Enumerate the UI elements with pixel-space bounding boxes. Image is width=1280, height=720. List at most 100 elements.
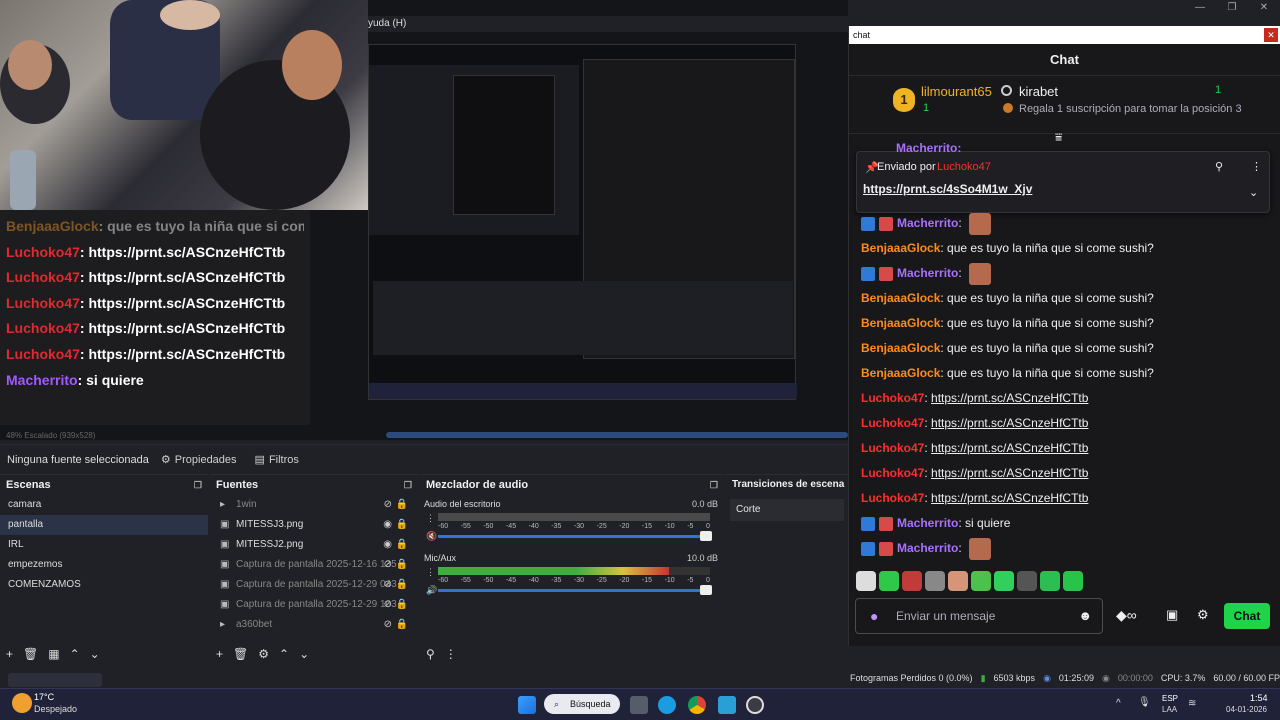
obs-icon[interactable] (746, 696, 764, 714)
more-icon[interactable]: ⋮ (1251, 160, 1262, 173)
taskbar-search[interactable]: ⌕ Búsqueda (544, 694, 620, 714)
link-icon[interactable]: ⚲ (426, 647, 435, 661)
bits-icon[interactable]: ◆∞ (1116, 607, 1137, 624)
emote-icon[interactable] (856, 571, 876, 591)
more-icon[interactable]: ⋮ (426, 567, 435, 578)
source-item[interactable]: ▣ MITESSJ3.png ◉ 🔒 (210, 515, 418, 535)
task-view-icon[interactable] (630, 696, 648, 714)
emote-icon[interactable] (948, 571, 968, 591)
lock-icon[interactable]: 🔒 (396, 535, 408, 555)
notepad-icon[interactable] (718, 696, 736, 714)
chevron-up-icon[interactable]: ^ (1116, 698, 1121, 709)
weather-desc[interactable]: Despejado (34, 704, 77, 714)
minimize-button[interactable]: — (1184, 0, 1216, 16)
dock-menu-icon[interactable]: ❐ (404, 475, 412, 495)
add-icon[interactable]: + (216, 647, 223, 661)
chat-username[interactable]: Macherrito (897, 516, 958, 530)
chat-username[interactable]: BenjaaaGlock (861, 291, 940, 305)
trash-icon[interactable]: 🗑 (23, 647, 38, 661)
chat-link[interactable]: https://prnt.sc/ASCnzeHfCTtb (931, 416, 1088, 430)
preview-canvas[interactable]: BenjaaaGlock: que es tuyo la niña que si… (0, 0, 848, 440)
chat-username[interactable]: Macherrito (897, 266, 958, 280)
microphone-icon[interactable]: ● (870, 599, 878, 633)
gear-icon[interactable]: ⚙ (1197, 607, 1209, 623)
emote-icon[interactable] (879, 571, 899, 591)
chat-link[interactable]: https://prnt.sc/ASCnzeHfCTtb (931, 441, 1088, 455)
eye-off-icon[interactable]: ⊘ (384, 575, 392, 595)
scene-item[interactable]: pantalla (0, 515, 208, 535)
chat-username[interactable]: Macherrito (897, 541, 958, 555)
lock-icon[interactable]: 🔒 (396, 515, 408, 535)
collapse-icon[interactable]: ⩸ (1055, 130, 1062, 145)
emote-icon[interactable] (1063, 571, 1083, 591)
emote-icon[interactable] (902, 571, 922, 591)
emote-icon[interactable] (994, 571, 1014, 591)
speaker-icon[interactable]: 🔊 (426, 585, 437, 596)
lock-icon[interactable]: 🔒 (396, 555, 408, 575)
lock-icon[interactable]: 🔒 (396, 595, 408, 615)
leader-2-user[interactable]: kirabet (1019, 84, 1058, 99)
close-button[interactable]: ✕ (1248, 0, 1280, 16)
source-item[interactable]: ▣ Captura de pantalla 2025-12-29 103 ⊘ 🔒 (210, 595, 418, 615)
chat-username[interactable]: Luchoko47 (861, 441, 924, 455)
source-item[interactable]: ▣ Captura de pantalla 2025-12-29 043 ⊘ 🔒 (210, 575, 418, 595)
scene-item[interactable]: COMENZAMOS (0, 575, 208, 595)
transition-select[interactable]: Corte (730, 499, 844, 521)
leader-1-user[interactable]: lilmourant65 (921, 84, 992, 99)
scene-item[interactable]: IRL (0, 535, 208, 555)
filters-button[interactable]: ▤ Filtros (255, 453, 299, 467)
chat-send-button[interactable]: Chat (1224, 603, 1270, 629)
config-icon[interactable]: ▦ (48, 647, 59, 661)
source-item[interactable]: ▣ Captura de pantalla 2025-12-16 135 ⊘ 🔒 (210, 555, 418, 575)
chevron-down-icon[interactable]: ⌄ (90, 647, 100, 661)
source-item[interactable]: ▸ a360bet ⊘ 🔒 (210, 615, 418, 635)
chrome-icon[interactable] (688, 696, 706, 714)
scene-item[interactable]: empezemos (0, 555, 208, 575)
emoji-icon[interactable]: ☻ (1078, 599, 1092, 633)
more-icon[interactable]: ⋮ (445, 647, 457, 661)
chat-username[interactable]: Macherrito (897, 216, 958, 230)
properties-button[interactable]: ⚙ Propiedades (161, 453, 237, 467)
chat-username[interactable]: BenjaaaGlock (861, 241, 940, 255)
dock-menu-icon[interactable]: ❐ (710, 475, 718, 495)
windows-start-icon[interactable] (518, 696, 536, 714)
add-icon[interactable]: + (6, 647, 13, 661)
chat-username[interactable]: Luchoko47 (861, 416, 924, 430)
pinned-user[interactable]: Luchoko47 (937, 161, 991, 173)
volume-slider[interactable] (438, 585, 712, 595)
pinned-message[interactable]: 📌 Enviado por Luchoko47 https://prnt.sc/… (856, 151, 1270, 213)
language[interactable]: ESP (1162, 694, 1178, 703)
lock-icon[interactable]: 🔒 (396, 575, 408, 595)
eye-icon[interactable]: ◉ (383, 515, 392, 535)
chat-input[interactable]: ● Enviar un mensaje ☻ (855, 598, 1103, 634)
chat-username[interactable]: Luchoko47 (861, 491, 924, 505)
chat-username[interactable]: Luchoko47 (861, 391, 924, 405)
source-item[interactable]: ▸ 1win ⊘ 🔒 (210, 495, 418, 515)
chevron-down-icon[interactable]: ⌄ (1249, 186, 1258, 199)
eye-off-icon[interactable]: ⊘ (384, 615, 392, 635)
clock-date[interactable]: 04-01-2026 (1226, 705, 1267, 714)
more-icon[interactable]: ⋮ (426, 513, 435, 524)
trash-icon[interactable]: 🗑 (233, 647, 248, 661)
gift-icon[interactable]: ▣ (1166, 607, 1178, 623)
eye-off-icon[interactable]: ⊘ (384, 495, 392, 515)
chevron-up-icon[interactable]: ⌃ (70, 647, 80, 661)
chat-link[interactable]: https://prnt.sc/ASCnzeHfCTtb (931, 391, 1088, 405)
emote-icon[interactable] (1040, 571, 1060, 591)
close-icon[interactable]: ✕ (1264, 28, 1278, 42)
chat-username[interactable]: BenjaaaGlock (861, 366, 940, 380)
chat-username[interactable]: BenjaaaGlock (861, 316, 940, 330)
menu-help[interactable]: yuda (H) (368, 18, 406, 29)
lock-icon[interactable]: 🔒 (396, 495, 408, 515)
chat-link[interactable]: https://prnt.sc/ASCnzeHfCTtb (931, 466, 1088, 480)
clock-time[interactable]: 1:54 (1250, 693, 1268, 703)
volume-slider[interactable] (438, 531, 712, 541)
pinned-link[interactable]: https://prnt.sc/4sSo4M1w_Xjv (863, 182, 1032, 196)
lock-icon[interactable]: 🔒 (396, 615, 408, 635)
scene-item[interactable]: camara (0, 495, 208, 515)
chat-username[interactable]: BenjaaaGlock (861, 341, 940, 355)
edge-icon[interactable] (658, 696, 676, 714)
emote-icon[interactable] (925, 571, 945, 591)
emote-icon[interactable] (1017, 571, 1037, 591)
chevron-down-icon[interactable]: ⌄ (299, 647, 309, 661)
